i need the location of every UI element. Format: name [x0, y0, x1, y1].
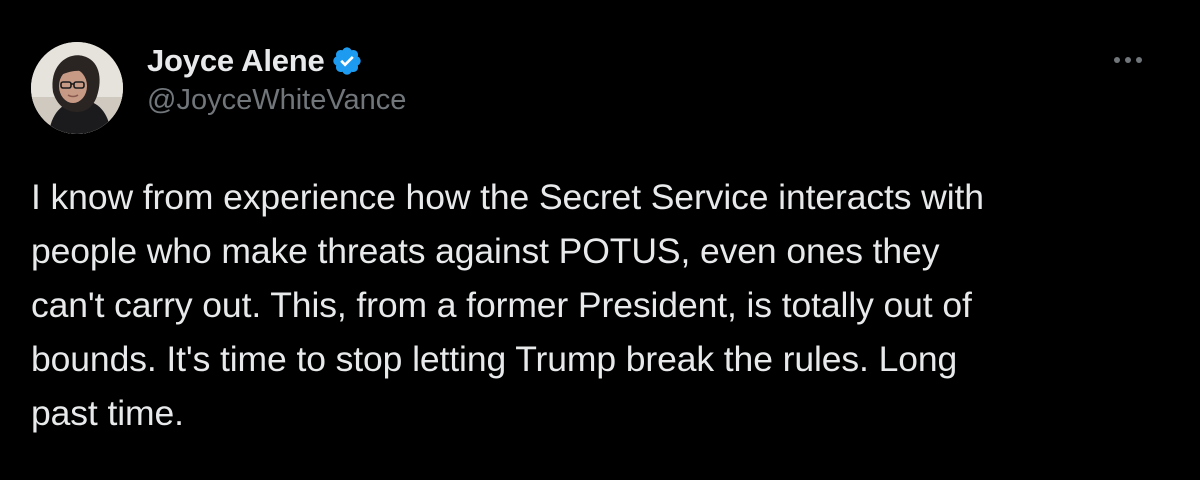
more-options-button[interactable] — [1100, 38, 1156, 82]
avatar[interactable] — [31, 42, 123, 134]
tweet-text-line: people who make threats against POTUS, e… — [31, 231, 940, 271]
verified-badge-icon — [331, 45, 363, 77]
author-block: Joyce Alene @JoyceWhiteVance — [147, 42, 406, 117]
user-handle[interactable]: @JoyceWhiteVance — [147, 84, 406, 117]
profile-photo-icon — [31, 42, 123, 134]
tweet-text-line: can't carry out. This, from a former Pre… — [31, 285, 972, 325]
more-horizontal-icon — [1113, 51, 1143, 69]
tweet-card: Joyce Alene @JoyceWhiteVance I know from… — [0, 0, 1200, 480]
tweet-text-line: bounds. It's time to stop letting Trump … — [31, 339, 958, 379]
name-row: Joyce Alene — [147, 42, 406, 80]
tweet-text-line: I know from experience how the Secret Se… — [31, 177, 984, 217]
tweet-text-line: past time. — [31, 393, 184, 433]
display-name[interactable]: Joyce Alene — [147, 43, 325, 79]
tweet-text: I know from experience how the Secret Se… — [31, 170, 1171, 440]
